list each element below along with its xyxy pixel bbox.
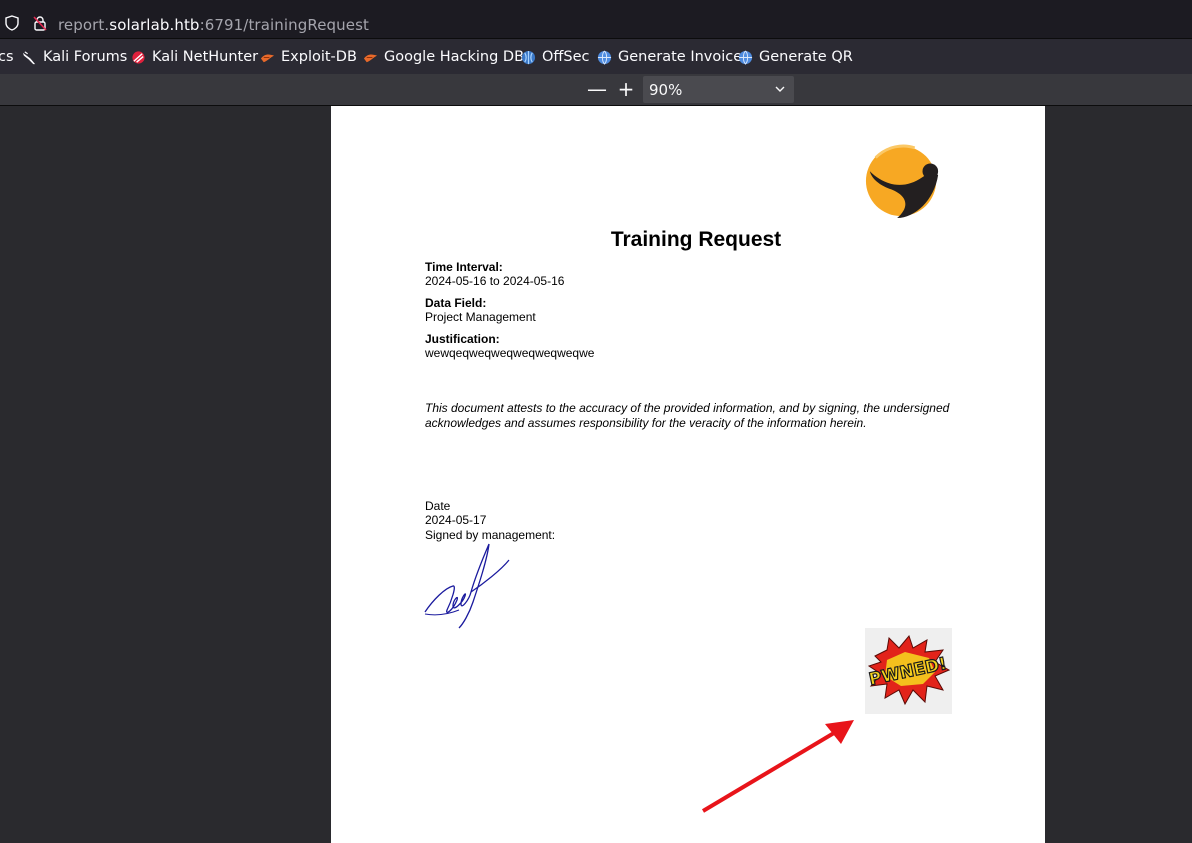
url-field[interactable]: report.solarlab.htb:6791/trainingRequest [0, 4, 1192, 38]
kali-dragon-icon [22, 50, 36, 64]
insecure-lock-icon[interactable] [32, 15, 48, 31]
data-field-value: Project Management [425, 310, 536, 324]
address-bar: report.solarlab.htb:6791/trainingRequest [0, 0, 1192, 39]
bookmark-label: Generate Invoice [618, 49, 743, 65]
bookmark-label: cs [0, 49, 14, 65]
bookmark-kali-nethunter[interactable]: Kali NetHunter [131, 48, 258, 66]
globe-icon [738, 50, 753, 65]
document-title: Training Request [610, 228, 782, 251]
bookmarks-bar: cs Kali Forums Kali NetHunter Exploit-DB… [0, 39, 1192, 75]
time-interval-value: 2024-05-16 to 2024-05-16 [425, 274, 565, 288]
bookmark-label: Kali NetHunter [152, 49, 259, 65]
solarlab-logo [865, 144, 939, 219]
justification-value: wewqeqweqweqweqweqweqwe [425, 346, 595, 360]
bookmark-offsec[interactable]: OffSec [521, 48, 590, 66]
tracking-shield-icon[interactable] [4, 15, 20, 31]
pdf-toolbar: — + 90% [0, 74, 1192, 106]
zoom-value: 90% [649, 81, 683, 99]
justification-label: Justification: [425, 332, 500, 346]
bookmark-generate-invoice[interactable]: Generate Invoice [597, 48, 742, 66]
pdf-viewer[interactable]: Training Request Time Interval: 2024-05-… [0, 106, 1192, 843]
bookmark-docs[interactable]: cs [0, 48, 14, 66]
bookmark-google-hacking-db[interactable]: Google Hacking DB [363, 48, 524, 66]
handwritten-signature [424, 543, 510, 629]
offsec-icon [521, 50, 536, 64]
url-prefix: report. [58, 16, 110, 34]
bookmark-label: Generate QR [759, 49, 853, 65]
time-interval-label: Time Interval: [425, 260, 503, 274]
bookmark-label: OffSec [542, 49, 590, 65]
url-text[interactable]: report.solarlab.htb:6791/trainingRequest [58, 16, 369, 34]
bookmark-generate-qr[interactable]: Generate QR [738, 48, 853, 66]
zoom-in-button[interactable]: + [614, 78, 638, 100]
bookmark-exploit-db[interactable]: Exploit-DB [260, 48, 357, 66]
nethunter-icon [132, 50, 145, 64]
date-value: 2024-05-17 [425, 513, 487, 527]
bookmark-label: Exploit-DB [281, 49, 357, 65]
data-field-label: Data Field: [425, 296, 487, 310]
bookmark-kali-forums[interactable]: Kali Forums [22, 48, 127, 66]
url-host: solarlab.htb [109, 16, 200, 34]
bookmark-label: Google Hacking DB [384, 49, 525, 65]
zoom-select[interactable]: 90% [643, 76, 794, 103]
chevron-down-icon [775, 86, 785, 92]
bookmark-label: Kali Forums [43, 49, 128, 65]
zoom-out-button[interactable]: — [585, 78, 609, 100]
pwned-image: PWNED! [865, 628, 952, 714]
pdf-page: Training Request Time Interval: 2024-05-… [331, 106, 1045, 843]
date-label: Date [425, 499, 451, 513]
exploitdb-icon [260, 53, 275, 62]
url-path: :6791/trainingRequest [199, 16, 369, 34]
red-arrow-annotation [701, 720, 854, 813]
attestation-text: This document attests to the accuracy of… [425, 401, 950, 430]
ghdb-icon [363, 53, 378, 62]
pwned-explosion-icon: PWNED! [867, 634, 951, 706]
globe-icon [597, 50, 612, 65]
